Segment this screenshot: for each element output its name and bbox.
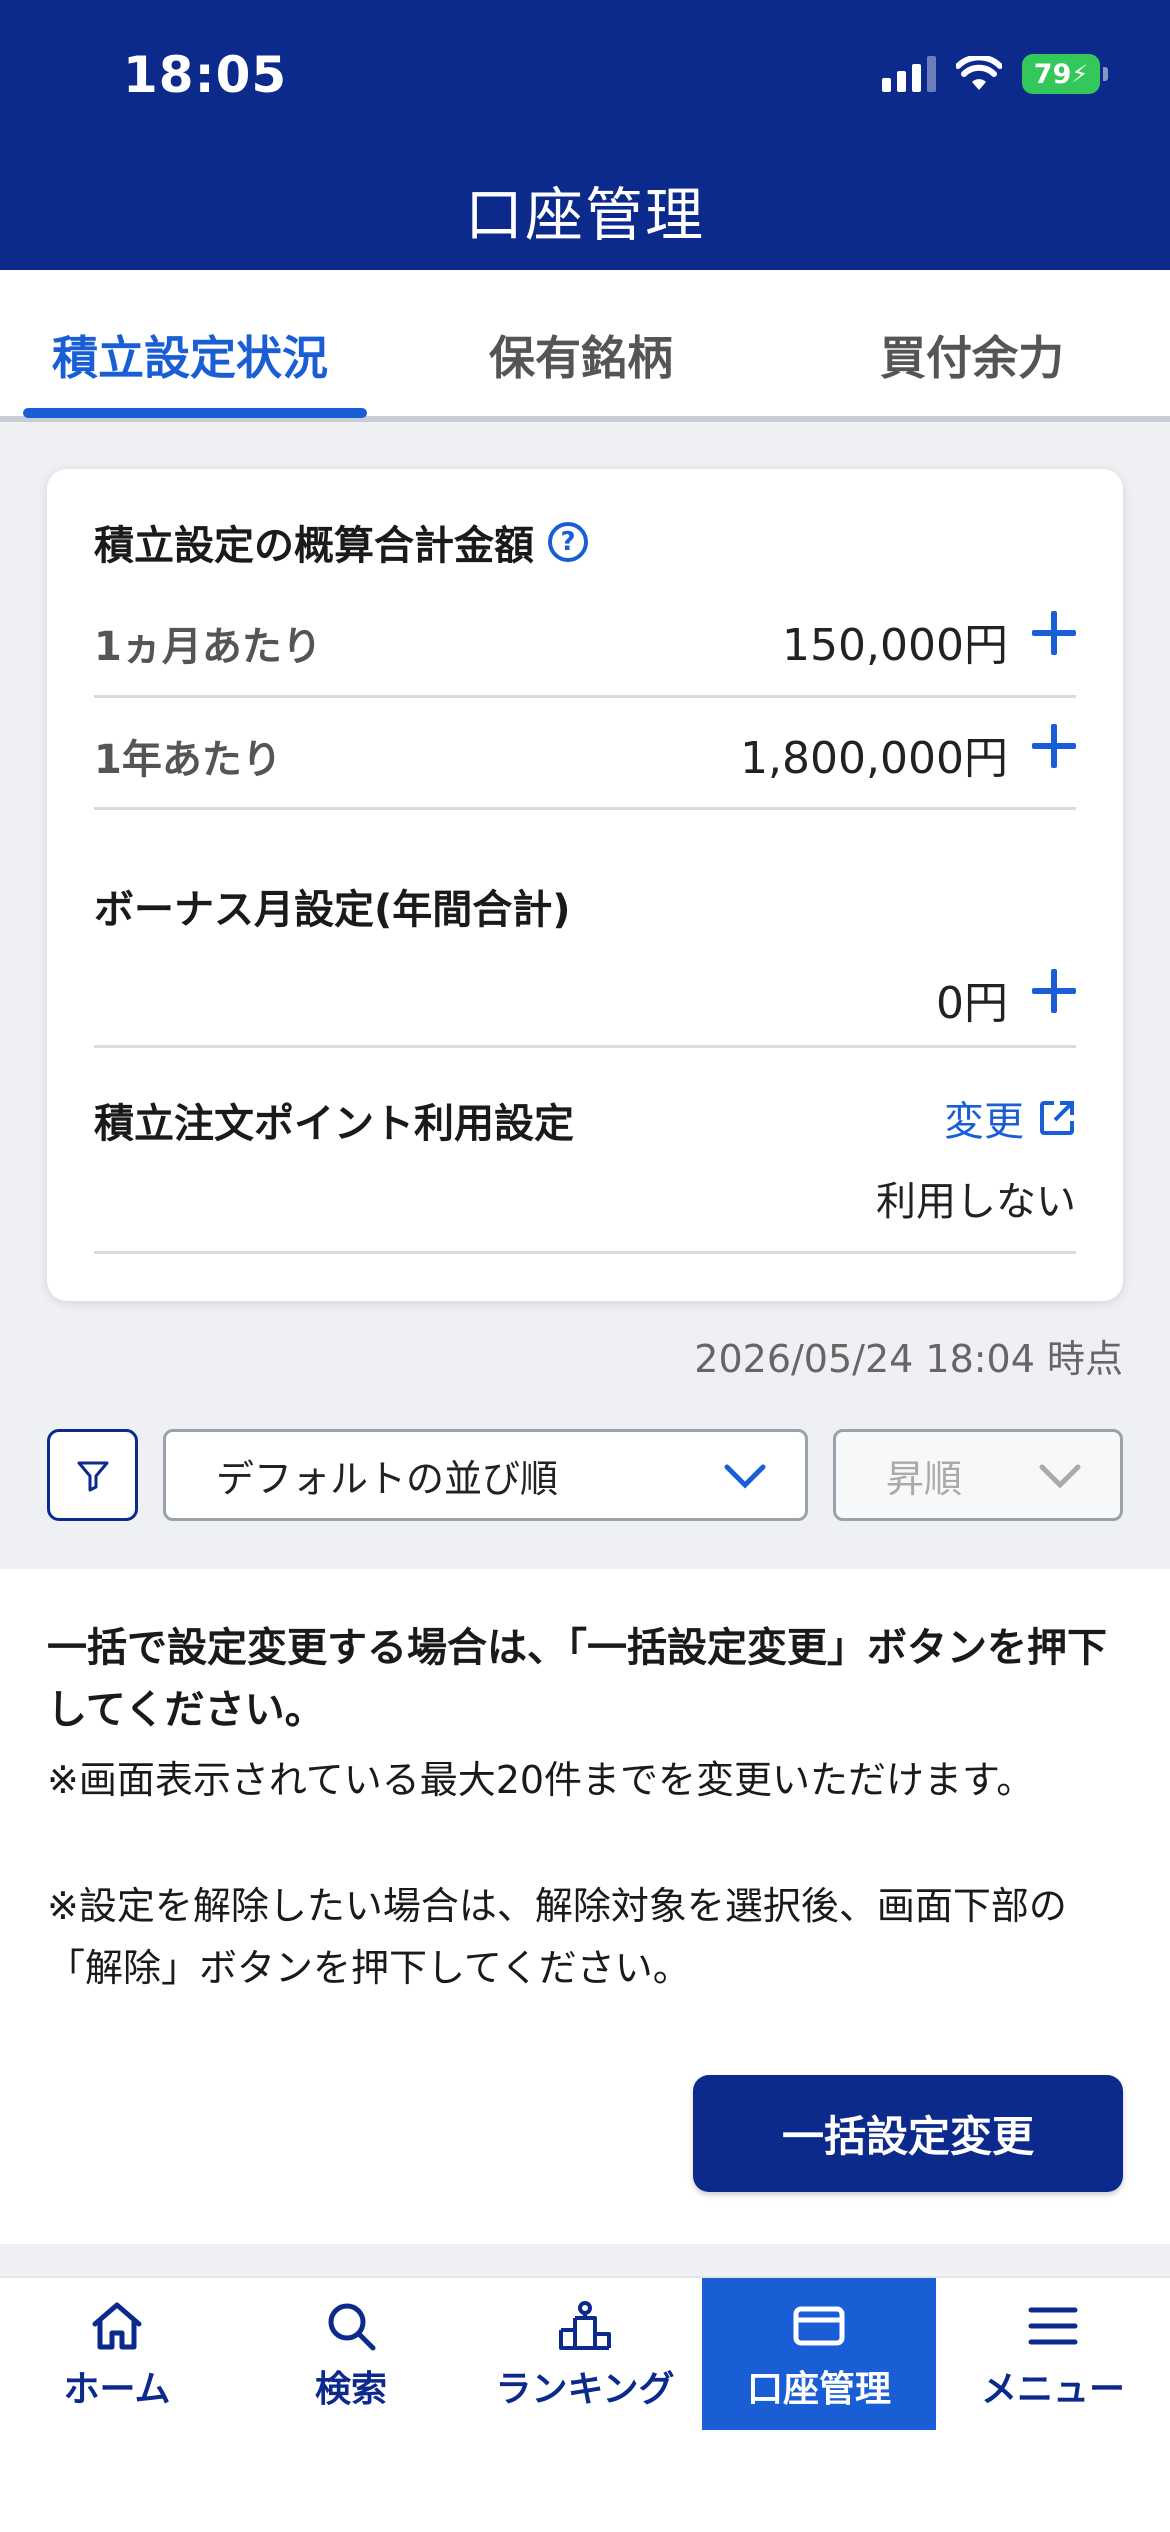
bulk-change-instruction: 一括で設定変更する場合は、「一括設定変更」ボタンを押下してください。 xyxy=(47,1625,1107,1733)
status-icons: 79 ⚡ xyxy=(882,54,1108,94)
status-time: 18:05 xyxy=(123,46,288,104)
nav-search[interactable]: 検索 xyxy=(234,2278,468,2430)
filter-button[interactable] xyxy=(47,1429,138,1521)
sort-order-select[interactable]: デフォルトの並び順 xyxy=(163,1429,808,1521)
yearly-value: 1,800,000円 xyxy=(740,733,1008,784)
points-label: 積立注文ポイント利用設定 xyxy=(94,1101,574,1147)
divider xyxy=(94,695,1076,698)
filter-icon xyxy=(77,1461,108,1492)
nav-menu[interactable]: メニュー xyxy=(936,2278,1170,2430)
bulk-change-note-limit: ※画面表示されている最大20件までを変更いただけます。 xyxy=(47,1758,1035,1802)
nav-menu-label: メニュー xyxy=(980,2369,1125,2410)
bonus-label: ボーナス月設定(年間合計) xyxy=(94,887,571,933)
ranking-icon xyxy=(559,2301,611,2350)
points-change-label: 変更 xyxy=(944,1099,1024,1145)
nav-ranking-label: ランキング xyxy=(495,2369,675,2410)
menu-icon xyxy=(1028,2307,1078,2345)
nav-account-label: 口座管理 xyxy=(746,2369,891,2410)
external-link-icon xyxy=(1040,1101,1074,1135)
bonus-expand-plus-icon[interactable] xyxy=(1032,969,1076,1013)
nav-home-label: ホーム xyxy=(63,2369,171,2410)
home-icon xyxy=(92,2302,142,2350)
points-change-link[interactable]: 変更 xyxy=(944,1089,1076,1147)
search-icon xyxy=(328,2303,376,2351)
active-tab-indicator xyxy=(23,408,367,418)
divider xyxy=(94,807,1076,810)
yearly-expand-plus-icon[interactable] xyxy=(1032,724,1076,768)
chevron-down-icon xyxy=(1039,1464,1081,1489)
divider xyxy=(94,1251,1076,1254)
tab-bar: 積立設定状況 保有銘柄 買付余力 xyxy=(0,270,1170,422)
page-title: 口座管理 xyxy=(464,181,705,249)
help-icon[interactable]: ? xyxy=(548,522,588,562)
divider xyxy=(94,1045,1076,1048)
bottom-nav: ホーム 検索 ランキング 口座管理 メニュー xyxy=(0,2276,1170,2532)
bulk-change-button[interactable]: 一括設定変更 xyxy=(693,2075,1123,2192)
summary-title-text: 積立設定の概算合計金額 xyxy=(94,523,534,569)
updated-timestamp: 2026/05/24 18:04 時点 xyxy=(694,1337,1123,1381)
card-icon xyxy=(793,2306,845,2346)
chevron-down-icon xyxy=(724,1464,766,1489)
wifi-icon xyxy=(956,56,1002,90)
battery-icon: 79 ⚡ xyxy=(1022,54,1108,94)
nav-ranking[interactable]: ランキング xyxy=(468,2278,702,2430)
nav-home[interactable]: ホーム xyxy=(0,2278,234,2430)
battery-level: 79 xyxy=(1033,58,1072,90)
monthly-expand-plus-icon[interactable] xyxy=(1032,611,1076,655)
nav-search-label: 検索 xyxy=(314,2369,387,2410)
tab-buying-power[interactable]: 買付余力 xyxy=(880,322,1064,388)
monthly-label: 1ヵ月あたり xyxy=(94,624,322,670)
charging-bolt-icon: ⚡ xyxy=(1071,60,1089,88)
tab-savings-settings[interactable]: 積立設定状況 xyxy=(52,322,328,388)
sort-order-value: デフォルトの並び順 xyxy=(216,1456,559,1501)
cellular-signal-icon xyxy=(882,56,936,92)
points-value: 利用しない xyxy=(876,1179,1076,1225)
bulk-change-info: 一括で設定変更する場合は、「一括設定変更」ボタンを押下してください。 ※画面表示… xyxy=(0,1569,1170,2244)
sort-direction-select[interactable]: 昇順 xyxy=(833,1429,1123,1521)
yearly-label: 1年あたり xyxy=(94,737,282,783)
summary-title: 積立設定の概算合計金額 ? xyxy=(94,513,588,571)
sort-direction-value: 昇順 xyxy=(886,1456,963,1501)
nav-account[interactable]: 口座管理 xyxy=(702,2278,936,2430)
tab-holdings[interactable]: 保有銘柄 xyxy=(489,322,673,388)
summary-card: 積立設定の概算合計金額 ? 1ヵ月あたり 150,000円 1年あたり 1,80… xyxy=(47,469,1123,1301)
app-header: 18:05 79 ⚡ 口座管理 xyxy=(0,0,1170,270)
monthly-value: 150,000円 xyxy=(782,620,1008,671)
bulk-change-note-cancel: ※設定を解除したい場合は、解除対象を選択後、画面下部の「解除」ボタンを押下してく… xyxy=(47,1884,1067,1990)
bonus-value: 0円 xyxy=(936,978,1008,1029)
